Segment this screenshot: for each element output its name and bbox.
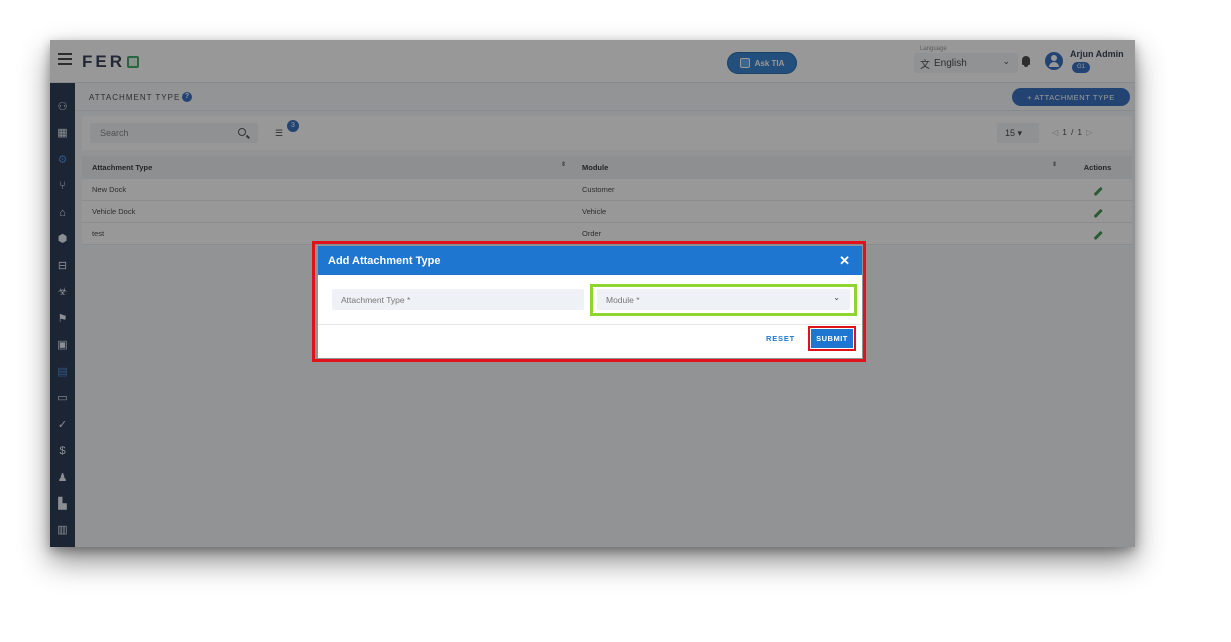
app-window: FER Ask TIA Language 文 English ⌄ Arjun A… [50,40,1135,547]
dialog-header: Add Attachment Type ✕ [318,246,862,275]
add-attachment-type-dialog: Add Attachment Type ✕ Attachment Type * … [318,246,862,358]
reset-button[interactable]: RESET [766,334,795,343]
module-select[interactable]: Module * ⌄ [597,289,850,310]
close-icon[interactable]: ✕ [839,253,850,269]
attachment-type-input[interactable]: Attachment Type * [332,289,584,310]
module-placeholder: Module * [606,295,640,305]
chevron-down-icon: ⌄ [833,293,840,302]
submit-button[interactable]: SUBMIT [811,329,853,348]
dialog-divider [318,324,862,325]
dialog-title: Add Attachment Type [328,254,441,267]
attachment-type-placeholder: Attachment Type * [341,295,411,305]
